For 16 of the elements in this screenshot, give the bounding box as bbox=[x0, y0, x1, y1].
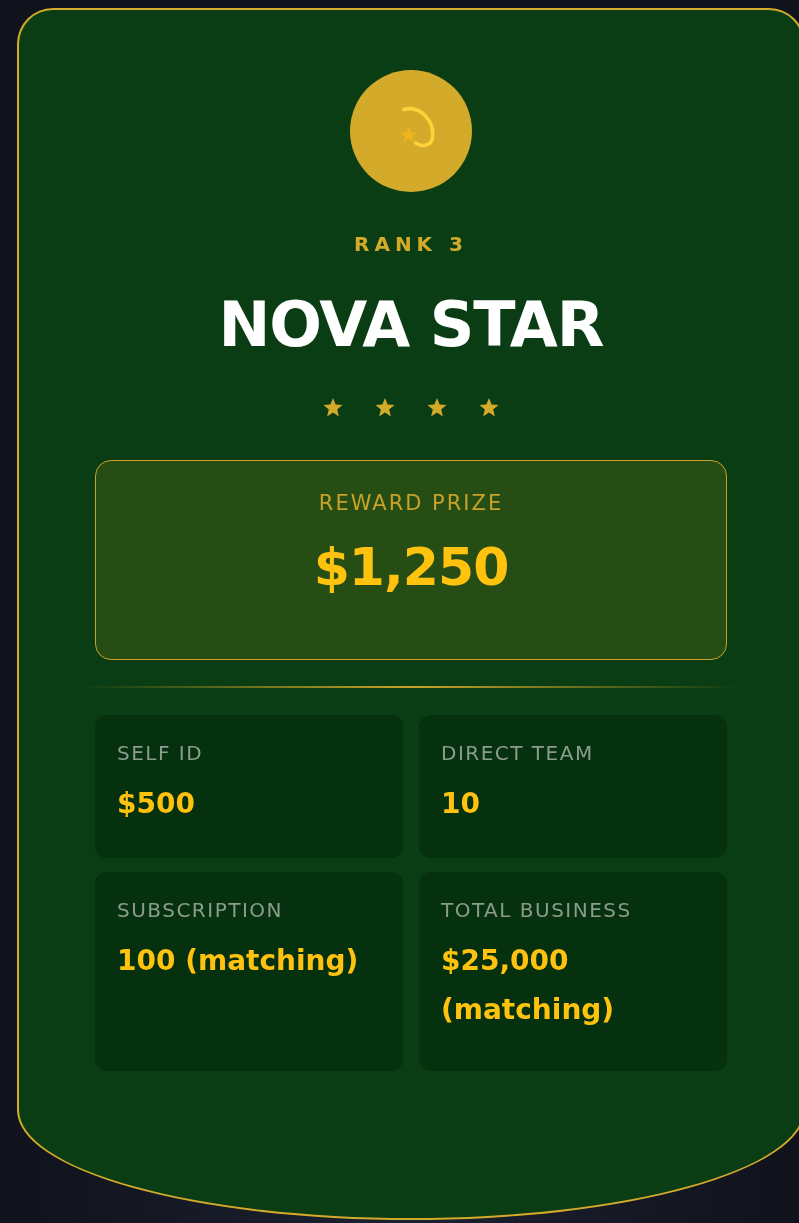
requirement-value: 10 bbox=[441, 785, 481, 822]
requirement-label: DIRECT TEAM bbox=[441, 740, 595, 765]
star-icon bbox=[426, 397, 448, 418]
star-icon bbox=[322, 397, 344, 418]
requirement-label: SELF ID bbox=[117, 740, 205, 765]
requirement-value: 100 (matching) bbox=[117, 942, 360, 979]
star-icon bbox=[374, 397, 396, 418]
requirement-label: TOTAL BUSINESS bbox=[441, 897, 633, 922]
requirement-value: $25,000 (matching) bbox=[441, 942, 616, 1028]
requirement-value: $500 bbox=[117, 785, 196, 822]
requirement-label: SUBSCRIPTION bbox=[117, 897, 285, 922]
reward-amount: $1,250 bbox=[313, 537, 509, 597]
rank-label: RANK 3 bbox=[354, 232, 468, 256]
reward-label: REWARD PRIZE bbox=[318, 491, 504, 515]
star-icon bbox=[478, 397, 500, 418]
rank-title: NOVA STAR bbox=[218, 288, 604, 361]
